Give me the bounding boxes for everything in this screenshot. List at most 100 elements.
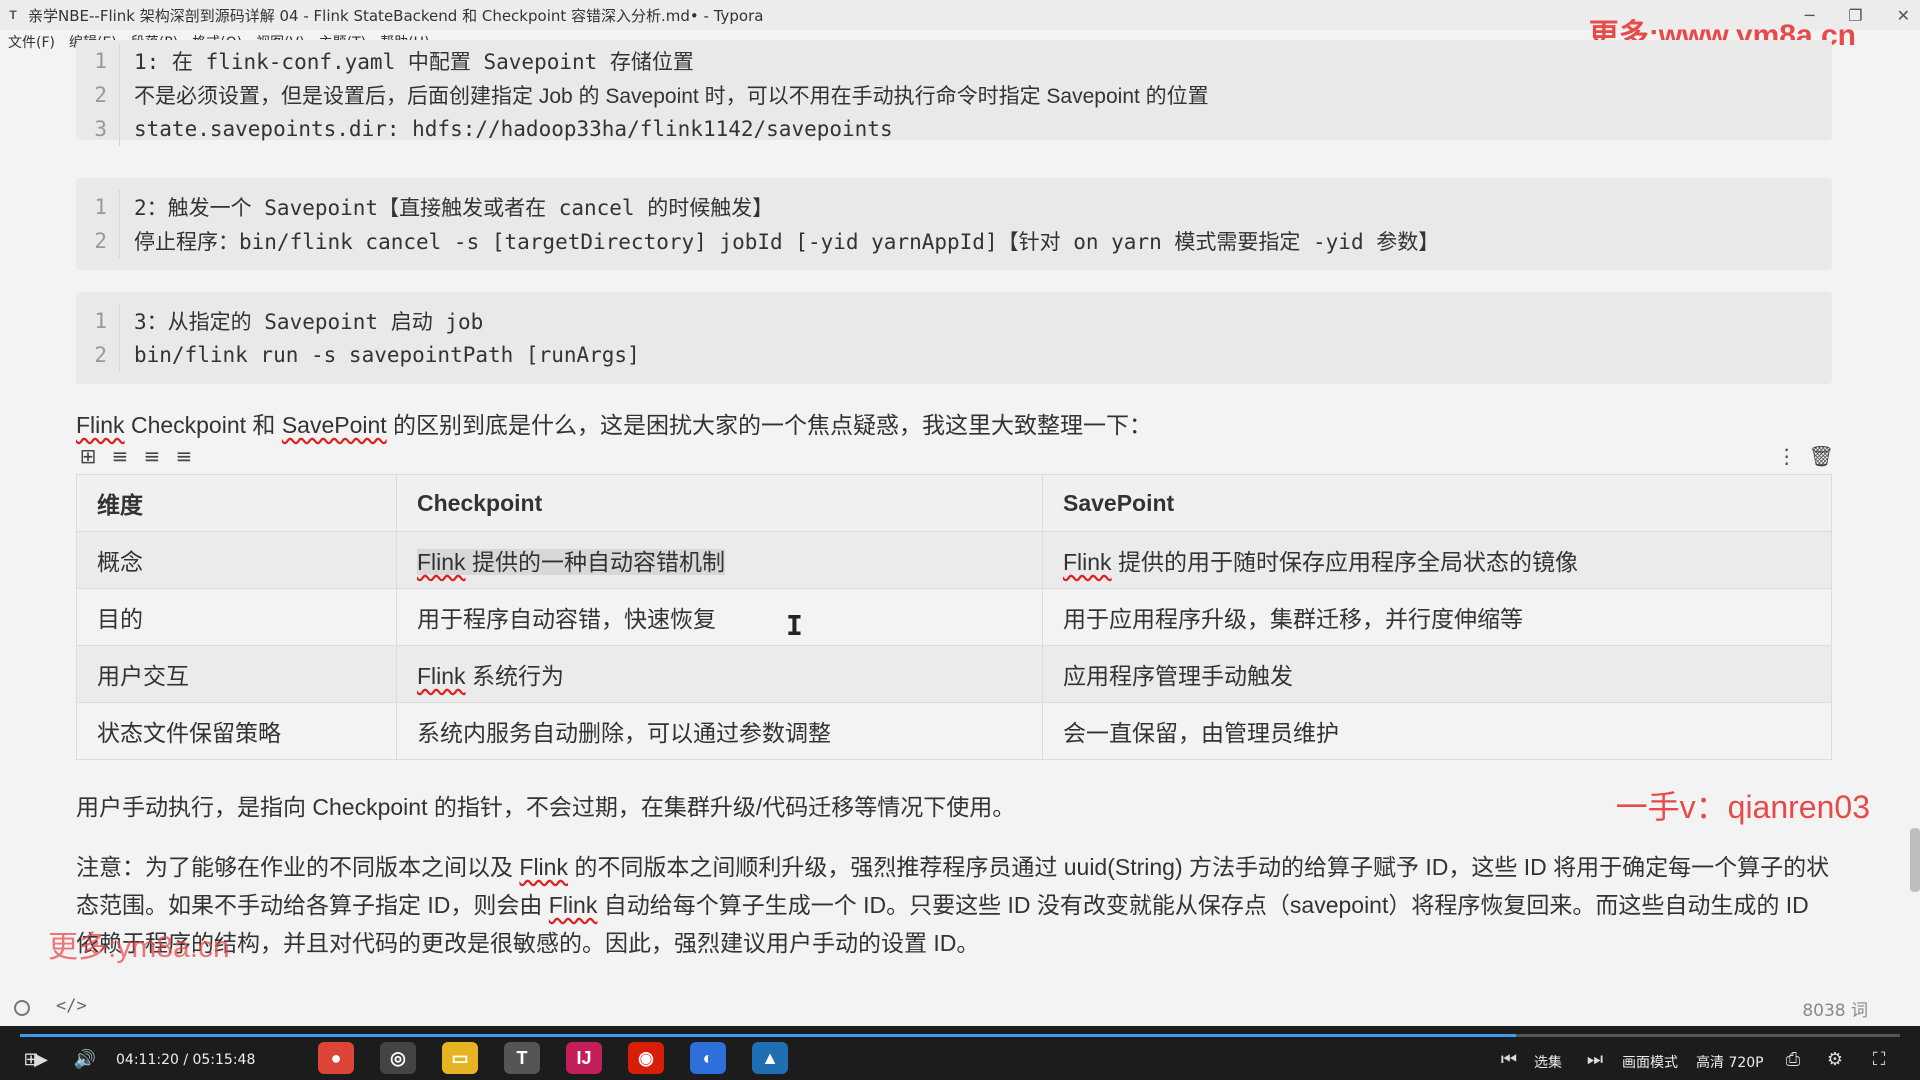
image-viewer-icon[interactable]: ▲ xyxy=(752,1042,788,1074)
intro-text: Checkpoint 和 xyxy=(124,412,282,438)
video-progress-bar[interactable] xyxy=(20,1034,1900,1037)
code-text: 3：从指定的 Savepoint 启动 job xyxy=(134,310,484,334)
cell-text: 提供的用于随时保存应用程序全局状态的镜像 xyxy=(1111,549,1578,575)
code-text: 2：触发一个 Savepoint【直接触发或者在 cancel 的时候触发】 xyxy=(134,196,774,220)
table-header-cell[interactable]: SavePoint xyxy=(1042,474,1832,532)
delete-table-icon[interactable]: 🗑 xyxy=(1809,444,1834,468)
folder-icon[interactable]: ▭ xyxy=(442,1042,478,1074)
spellcheck-word: Flink xyxy=(548,892,598,918)
next-icon[interactable]: ⏭ xyxy=(1580,1046,1610,1072)
table-cell[interactable]: 用于应用程序升级，集群迁移，并行度伸缩等 xyxy=(1042,588,1832,646)
close-button[interactable]: ✕ xyxy=(1897,6,1910,25)
line-number: 3 xyxy=(76,112,120,146)
spellcheck-word: Flink xyxy=(1063,549,1112,575)
screenshot-icon[interactable]: ⎙ xyxy=(1778,1046,1808,1072)
spellcheck-word: Flink xyxy=(417,663,466,689)
table-row: 目的 用于程序自动容错，快速恢复 用于应用程序升级，集群迁移，并行度伸缩等 xyxy=(76,588,1832,646)
cell-text: 系统行为 xyxy=(465,663,564,689)
code-line[interactable]: 1 1: 在 flink-conf.yaml 中配置 Savepoint 存储位置 xyxy=(76,44,1832,78)
watermark-middle: 一手v：qianren03 xyxy=(1615,789,1870,825)
table-grid-icon[interactable]: ⊞ xyxy=(78,444,98,468)
spellcheck-word: Flink xyxy=(417,549,466,575)
code-line[interactable]: 1 3：从指定的 Savepoint 启动 job xyxy=(76,304,1832,338)
video-time: 04:11:20 / 05:15:48 xyxy=(116,1052,256,1068)
table-cell[interactable]: 目的 xyxy=(76,588,397,646)
table-cell[interactable]: Flink 系统行为 xyxy=(396,645,1043,703)
cell-text: 提供的一种自动容错机制 xyxy=(465,549,725,575)
table-cell[interactable]: 会一直保留，由管理员维护 xyxy=(1042,702,1832,760)
table-cell[interactable]: 用户交互 xyxy=(76,645,397,703)
line-number: 1 xyxy=(76,44,120,78)
table-header-row: 维度 Checkpoint SavePoint xyxy=(76,474,1832,532)
table-header-cell[interactable]: 维度 xyxy=(76,474,397,532)
code-line[interactable]: 2 停止程序：bin/flink cancel -s [targetDirecto… xyxy=(76,224,1832,258)
table-cell[interactable]: Flink 提供的用于随时保存应用程序全局状态的镜像 xyxy=(1042,531,1832,589)
editor-scrollbar[interactable] xyxy=(1910,828,1920,892)
app-icon-generic[interactable]: ◎ xyxy=(380,1042,416,1074)
window-title: 亲学NBE--Flink 架构深剖到源码详解 04 - Flink StateB… xyxy=(28,6,764,25)
align-center-icon[interactable]: ≡ xyxy=(142,444,162,468)
spellcheck-word: Flink xyxy=(519,854,568,880)
table-cell[interactable]: 系统内服务自动删除，可以通过参数调整 xyxy=(396,702,1043,760)
table-cell[interactable]: 应用程序管理手动触发 xyxy=(1042,645,1832,703)
video-progress-fill xyxy=(20,1034,1517,1037)
code-line[interactable]: 2 bin/flink run -s savepointPath [runArgs… xyxy=(76,338,1832,372)
source-mode-icon[interactable]: </> xyxy=(56,996,87,1016)
menu-file[interactable]: 文件(F) xyxy=(8,32,55,52)
fullscreen-icon[interactable]: ⛶ xyxy=(1864,1046,1894,1072)
table-cell[interactable]: 用于程序自动容错，快速恢复 xyxy=(396,588,1043,646)
intro-text: 的区别到底是什么，这是困扰大家的一个焦点疑惑，我这里大致整理一下： xyxy=(386,412,1153,438)
line-number: 1 xyxy=(76,304,120,338)
line-number: 2 xyxy=(76,338,120,372)
chrome-icon[interactable]: ● xyxy=(318,1042,354,1074)
line-number: 1 xyxy=(76,190,120,224)
table-header-cell[interactable]: Checkpoint xyxy=(396,474,1043,532)
table-row: 概念 Flink 提供的一种自动容错机制 Flink 提供的用于随时保存应用程序… xyxy=(76,531,1832,589)
play-icon[interactable]: ▶ xyxy=(26,1046,56,1072)
table-cell[interactable]: 状态文件保留策略 xyxy=(76,702,397,760)
table-cell[interactable]: 概念 xyxy=(76,531,397,589)
intellij-icon[interactable]: IJ xyxy=(566,1042,602,1074)
code-text: bin/flink run -s savepointPath [runArgs] xyxy=(134,343,640,367)
word-count[interactable]: 8038 词 xyxy=(1802,996,1868,1021)
picture-mode-button[interactable]: 画面模式 xyxy=(1622,1052,1678,1072)
code-block-3[interactable]: 1 3：从指定的 Savepoint 启动 job 2 bin/flink run … xyxy=(76,292,1832,384)
table-right-toolbar: ⋮ 🗑 xyxy=(1777,444,1834,468)
settings-gear-icon[interactable]: ⚙ xyxy=(1820,1046,1850,1072)
typora-taskbar-icon[interactable]: T xyxy=(504,1042,540,1074)
table-toolbar: ⊞ ≡ ≡ ≡ xyxy=(78,444,194,468)
code-block-2[interactable]: 1 2：触发一个 Savepoint【直接触发或者在 cancel 的时候触发】 … xyxy=(76,178,1832,270)
paragraph-note[interactable]: 注意：为了能够在作业的不同版本之间以及 Flink 的不同版本之间顺利升级，强烈… xyxy=(76,848,1836,962)
align-left-icon[interactable]: ≡ xyxy=(110,444,130,468)
code-text: 不是必须设置，但是设置后，后面创建指定 Job 的 Savepoint 时，可以… xyxy=(134,85,1209,108)
volume-icon[interactable]: 🔊 xyxy=(70,1046,100,1072)
code-text: 1: 在 flink-conf.yaml 中配置 Savepoint 存储位置 xyxy=(134,50,694,74)
typora-app-icon: T xyxy=(9,8,17,22)
line-number: 2 xyxy=(76,78,120,112)
table-row: 状态文件保留策略 系统内服务自动删除，可以通过参数调整 会一直保留，由管理员维护 xyxy=(76,702,1832,760)
text-cursor-icon: I xyxy=(786,609,803,642)
status-bar: </> 8038 词 xyxy=(0,994,1920,1022)
editor-area[interactable]: 1 1: 在 flink-conf.yaml 中配置 Savepoint 存储位置… xyxy=(0,40,1920,1014)
spellcheck-word: SavePoint xyxy=(281,412,387,438)
code-block-1[interactable]: 1 1: 在 flink-conf.yaml 中配置 Savepoint 存储位置… xyxy=(76,40,1832,146)
quality-button[interactable]: 高清 720P xyxy=(1696,1052,1764,1072)
spellcheck-word: Flink xyxy=(76,412,125,438)
episodes-button[interactable]: 选集 xyxy=(1534,1052,1562,1072)
comparison-table[interactable]: 维度 Checkpoint SavePoint 概念 Flink 提供的一种自动… xyxy=(76,474,1832,760)
intro-paragraph[interactable]: Flink Checkpoint 和 SavePoint 的区别到底是什么，这是… xyxy=(76,406,1836,444)
align-right-icon[interactable]: ≡ xyxy=(174,444,194,468)
code-text: 停止程序：bin/flink cancel -s [targetDirector… xyxy=(134,230,1440,254)
paragraph-savepoint[interactable]: 用户手动执行，是指向 Checkpoint 的指针，不会过期，在集群升级/代码迁… xyxy=(76,788,1836,826)
netease-music-icon[interactable]: ◉ xyxy=(628,1042,664,1074)
code-line[interactable]: 3 state.savepoints.dir: hdfs://hadoop33ha… xyxy=(76,112,1832,146)
previous-icon[interactable]: ⏮ xyxy=(1494,1046,1524,1072)
browser-icon[interactable]: ◐ xyxy=(690,1042,726,1074)
code-line[interactable]: 2 不是必须设置，但是设置后，后面创建指定 Job 的 Savepoint 时，可… xyxy=(76,78,1832,112)
more-options-icon[interactable]: ⋮ xyxy=(1777,444,1797,468)
selected-text: Flink 提供的一种自动容错机制 xyxy=(417,549,725,575)
code-line[interactable]: 1 2：触发一个 Savepoint【直接触发或者在 cancel 的时候触发】 xyxy=(76,190,1832,224)
code-text: state.savepoints.dir: hdfs://hadoop33ha/… xyxy=(134,117,893,141)
outline-toggle-icon[interactable] xyxy=(14,1000,30,1016)
table-cell[interactable]: Flink 提供的一种自动容错机制 xyxy=(396,531,1043,589)
